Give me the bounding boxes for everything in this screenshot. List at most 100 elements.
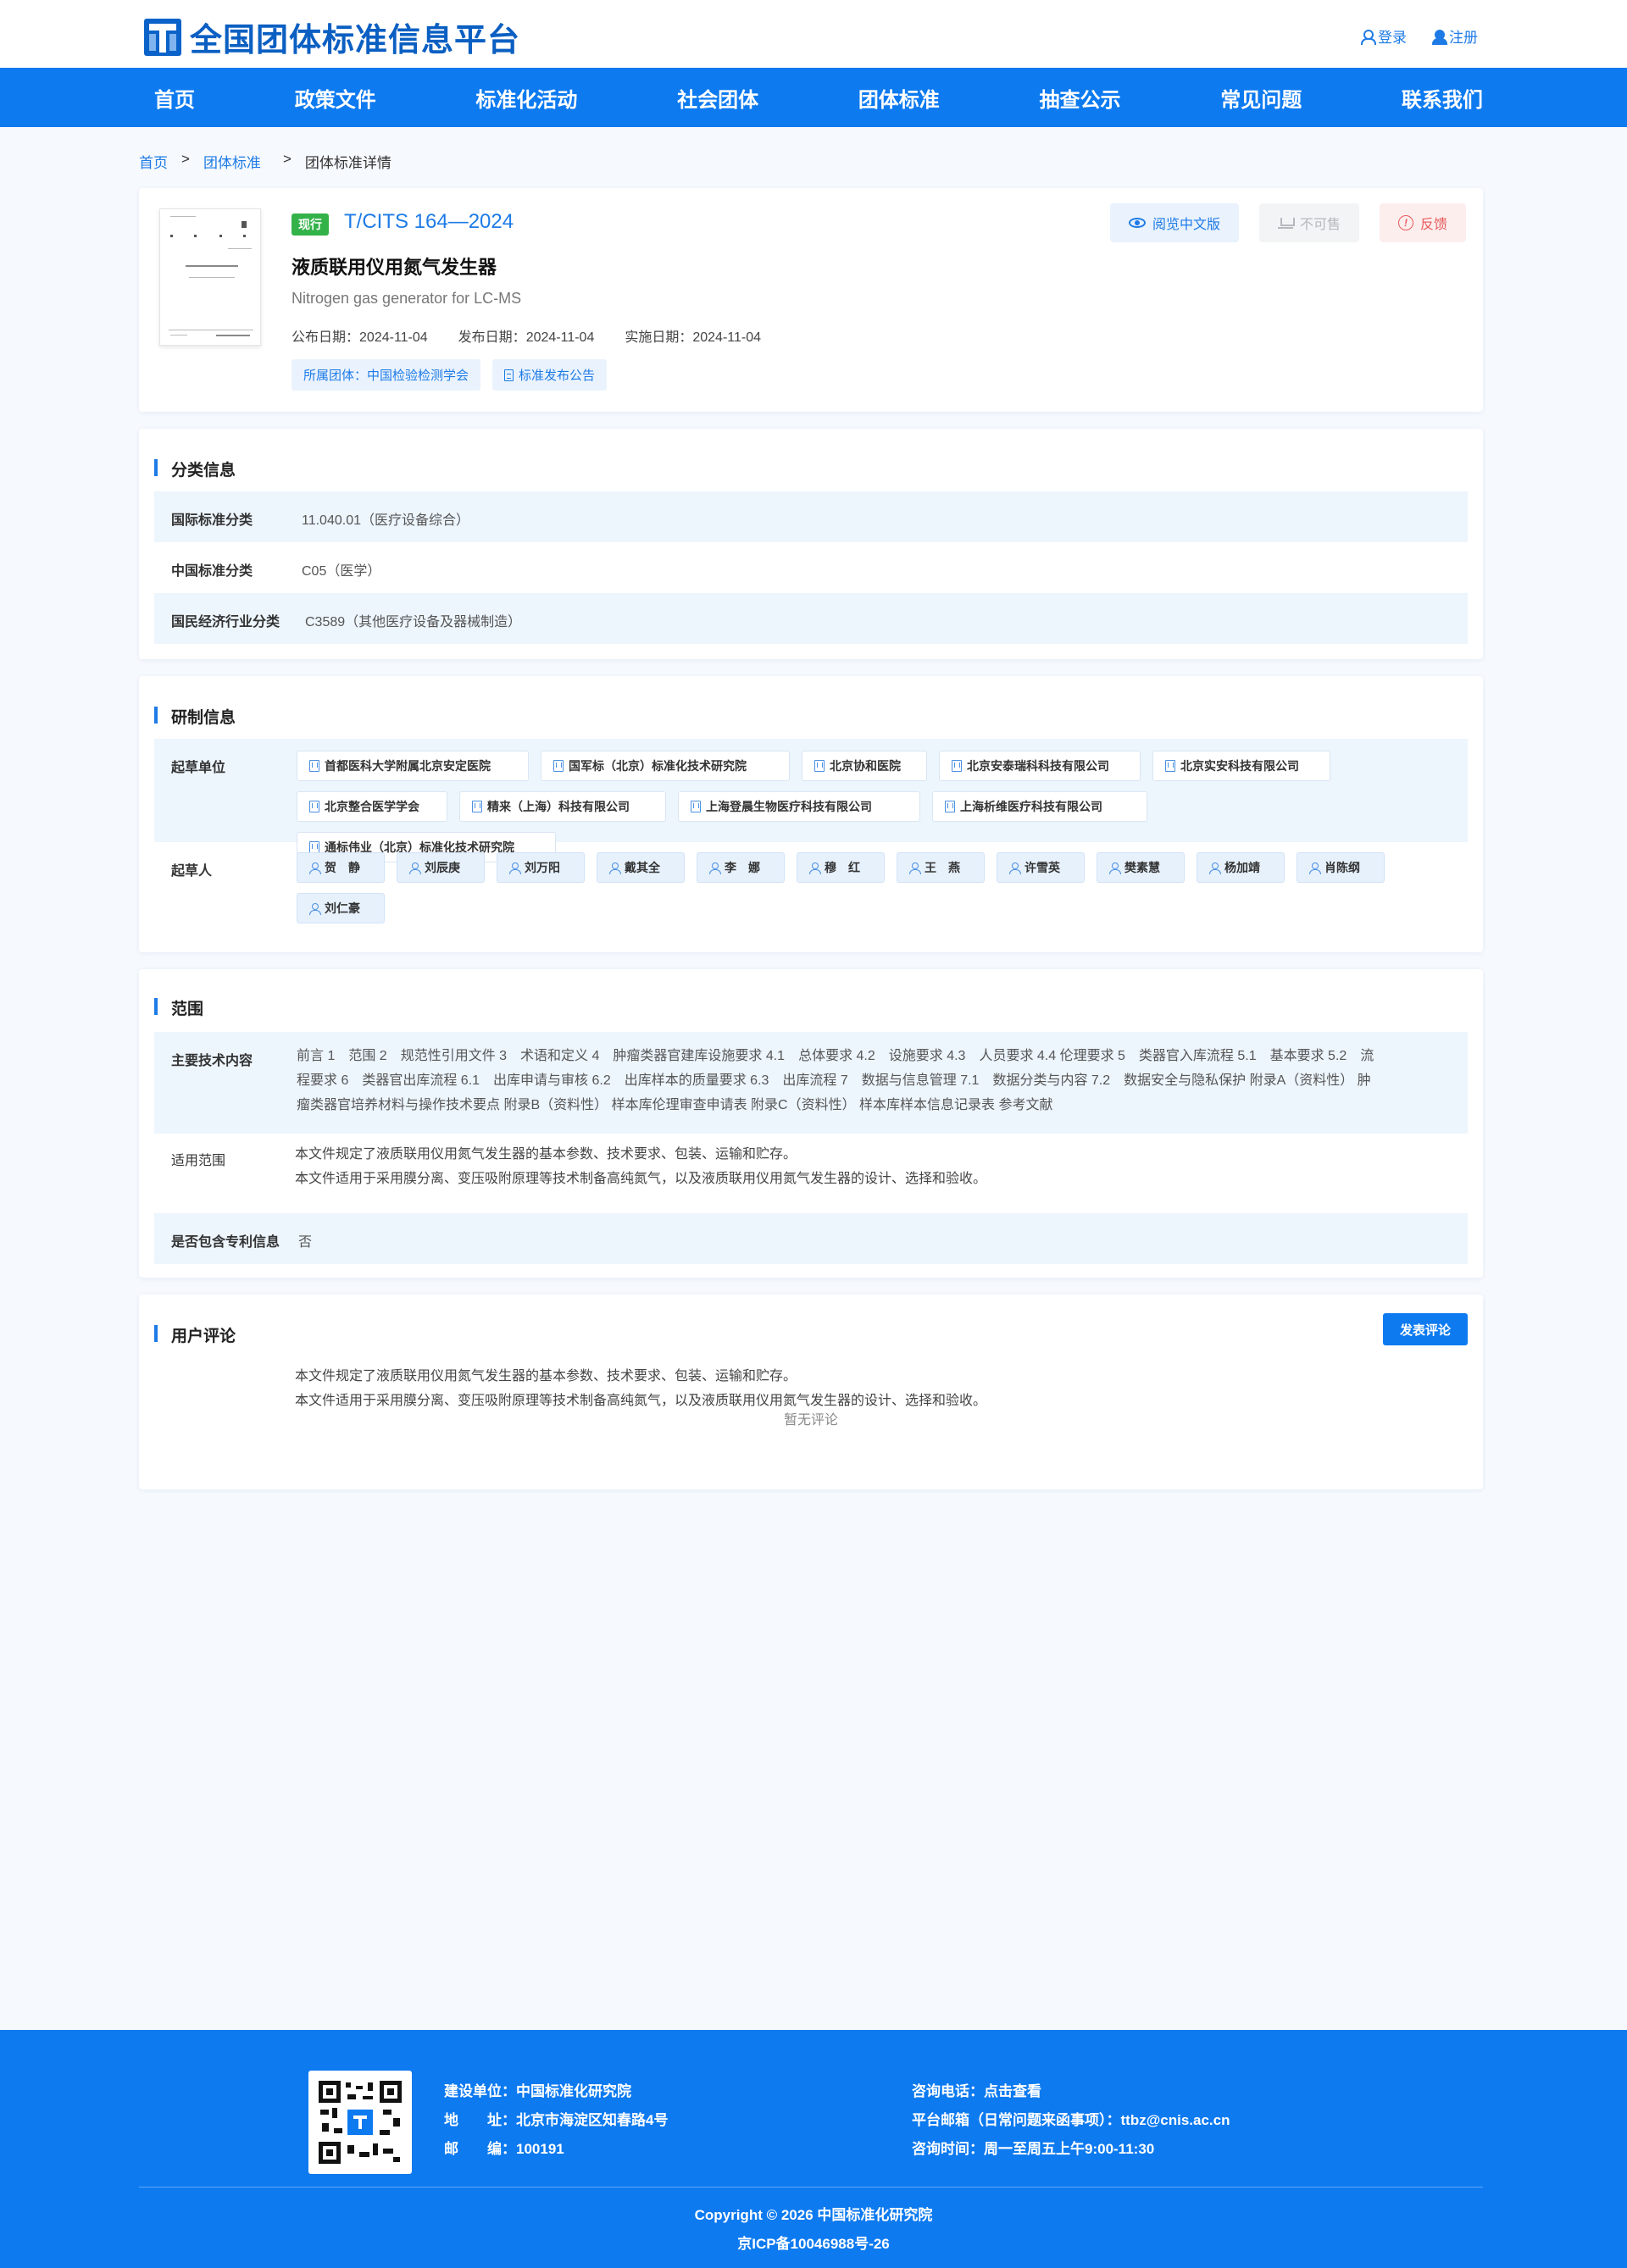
nav-group-standards[interactable]: 团体标准 — [858, 83, 940, 113]
drafter-chip[interactable]: 刘仁豪 — [297, 893, 385, 923]
building-icon — [691, 801, 701, 812]
hours-text: 咨询时间：周一至周五上午9:00-11:30 — [912, 2141, 1155, 2157]
drafter-chip[interactable]: 王 燕 — [897, 852, 985, 883]
drafter-chip[interactable]: 李 娜 — [697, 852, 785, 883]
cart-icon — [1277, 217, 1295, 229]
person-icon — [709, 862, 721, 874]
drafter-chip[interactable]: 杨加靖 — [1197, 852, 1285, 883]
breadcrumb-home[interactable]: 首页 — [139, 151, 168, 172]
nav-contact[interactable]: 联系我们 — [1402, 83, 1483, 113]
logo-text: 全国团体标准信息平台 — [190, 20, 521, 58]
drafter-chip[interactable]: 樊素慧 — [1097, 852, 1185, 883]
standard-dates: 公布日期：2024-11-04 发布日期：2024-11-04 实施日期：202… — [292, 325, 761, 346]
drafter-chip[interactable]: 刘万阳 — [497, 852, 585, 883]
site-logo[interactable]: 全国团体标准信息平台 — [144, 14, 520, 60]
status-badge: 现行 — [292, 213, 329, 236]
top-header: 全国团体标准信息平台 登录 注册 — [0, 0, 1627, 68]
footer-info-right: 咨询电话：点击查看 平台邮箱（日常问题来函事项）：ttbz@cnis.ac.cn… — [912, 2077, 1230, 2164]
drafter-chip[interactable]: 穆 红 — [797, 852, 885, 883]
patent-value: 否 — [298, 1235, 313, 1250]
tech-content-row: 主要技术内容 前言 1 范围 2 规范性引用文件 3 术语和定义 4 肿瘤类器官… — [154, 1032, 1468, 1134]
register-link[interactable]: 注册 — [1432, 25, 1478, 47]
announce-date: 公布日期：2024-11-04 — [292, 330, 428, 345]
footer-divider — [139, 2187, 1483, 2188]
email-text: 平台邮箱（日常问题来函事项）：ttbz@cnis.ac.cn — [912, 2112, 1230, 2128]
section-title: 用户评论 — [154, 1323, 236, 1346]
drafters-row: 起草人 贺 静 刘辰庚 刘万阳 戴其全 李 娜 穆 红 王 燕 许雪英 樊素慧 … — [154, 842, 1468, 937]
building-icon — [472, 801, 482, 812]
drafting-unit-chip[interactable]: 北京整合医学学会 — [297, 791, 447, 822]
building-icon — [945, 801, 955, 812]
person-icon — [909, 862, 921, 874]
standard-code: T/CITS 164—2024 — [344, 210, 514, 233]
tech-content-text: 前言 1 范围 2 规范性引用文件 3 术语和定义 4 肿瘤类器官建库设施要求 … — [297, 1049, 1374, 1112]
row-label: 起草人 — [171, 864, 213, 879]
org-tag[interactable]: 所属团体：中国检验检测学会 — [292, 359, 481, 391]
nav-faq[interactable]: 常见问题 — [1220, 83, 1302, 113]
nav-home[interactable]: 首页 — [154, 83, 195, 113]
drafter-chip[interactable]: 肖陈纲 — [1297, 852, 1385, 883]
person-icon — [809, 862, 821, 874]
drafter-chip[interactable]: 贺 静 — [297, 852, 385, 883]
applicability-text: 本文件规定了液质联用仪用氮气发生器的基本参数、技术要求、包装、运输和贮存。 本文… — [295, 1147, 987, 1186]
user-outline-icon — [1361, 29, 1376, 45]
drafting-unit-chip[interactable]: 国军标（北京）标准化技术研究院 — [541, 751, 790, 781]
row-value: C05（医学） — [302, 564, 381, 579]
row-label: 国际标准分类 — [171, 513, 253, 528]
view-label: 阅览中文版 — [1152, 218, 1220, 232]
drafter-chip[interactable]: 许雪英 — [997, 852, 1085, 883]
building-icon — [553, 760, 564, 772]
copyright-text: Copyright © 2026 中国标准化研究院 — [694, 2207, 933, 2223]
nav-inspection[interactable]: 抽查公示 — [1040, 83, 1121, 113]
drafter-chip[interactable]: 刘辰庚 — [397, 852, 485, 883]
document-icon — [504, 369, 514, 381]
person-icon — [609, 862, 621, 874]
person-icon — [309, 902, 321, 915]
row-label: 是否包含专利信息 — [171, 1235, 280, 1250]
row-label: 中国标准分类 — [171, 564, 253, 579]
no-comments-text: 暂无评论 — [783, 1413, 838, 1428]
comment-text: 本文件规定了液质联用仪用氮气发生器的基本参数、技术要求、包装、运输和贮存。 本文… — [295, 1369, 987, 1408]
person-icon — [309, 862, 321, 874]
site-footer: 建设单位：中国标准化研究院 地 址：北京市海淀区知春路4号 邮 编：100191… — [0, 2030, 1627, 2268]
nav-activities[interactable]: 标准化活动 — [475, 83, 577, 113]
standard-actions: 阅览中文版 不可售 ! 反馈 — [1110, 203, 1466, 242]
feedback-button[interactable]: ! 反馈 — [1380, 203, 1466, 242]
view-chinese-button[interactable]: 阅览中文版 — [1110, 203, 1239, 242]
row-label: 起草单位 — [171, 761, 226, 775]
main-nav: 首页 政策文件 标准化活动 社会团体 团体标准 抽查公示 常见问题 联系我们 — [0, 68, 1627, 127]
drafting-unit-chip[interactable]: 上海登晨生物医疗科技有限公司 — [678, 791, 920, 822]
login-link[interactable]: 登录 — [1361, 25, 1407, 47]
classification-row: 中国标准分类 C05（医学） — [154, 542, 1468, 593]
notice-tag[interactable]: 标准发布公告 — [492, 359, 608, 391]
patent-row: 是否包含专利信息 否 — [154, 1213, 1468, 1264]
nav-policy[interactable]: 政策文件 — [295, 83, 376, 113]
drafter-chip[interactable]: 戴其全 — [597, 852, 685, 883]
person-icon — [1109, 862, 1121, 874]
drafting-unit-chip[interactable]: 北京实安科技有限公司 — [1152, 751, 1330, 781]
breadcrumb-section[interactable]: 团体标准 — [203, 151, 261, 172]
row-value: 11.040.01（医疗设备综合） — [302, 513, 469, 528]
post-comment-button[interactable]: 发表评论 — [1383, 1313, 1468, 1345]
drafting-unit-chip[interactable]: 首都医科大学附属北京安定医院 — [297, 751, 529, 781]
section-title: 分类信息 — [154, 457, 236, 480]
building-icon — [1165, 760, 1175, 772]
drafting-unit-chip[interactable]: 北京安泰瑞科科技有限公司 — [939, 751, 1141, 781]
standard-title-cn: 液质联用仪用氮气发生器 — [292, 257, 497, 278]
drafting-unit-chip[interactable]: 精来（上海）科技有限公司 — [459, 791, 666, 822]
person-icon — [509, 862, 521, 874]
builder-text: 建设单位：中国标准化研究院 — [444, 2083, 631, 2099]
qr-code[interactable] — [308, 2071, 412, 2174]
building-icon — [309, 801, 319, 812]
standard-tags: 所属团体：中国检验检测学会 标准发布公告 — [292, 359, 608, 391]
drafting-unit-chip[interactable]: 上海析维医疗科技有限公司 — [932, 791, 1147, 822]
icp-link[interactable]: 京ICP备10046988号-26 — [0, 2232, 1627, 2253]
nav-organizations[interactable]: 社会团体 — [677, 83, 758, 113]
not-for-sale-button[interactable]: 不可售 — [1259, 203, 1359, 242]
building-icon — [814, 760, 825, 772]
row-label: 国民经济行业分类 — [171, 615, 280, 629]
standard-cover-thumbnail[interactable] — [159, 208, 261, 346]
feedback-label: 反馈 — [1419, 218, 1447, 232]
phone-link[interactable]: 咨询电话：点击查看 — [912, 2077, 1230, 2106]
drafting-unit-chip[interactable]: 北京协和医院 — [802, 751, 927, 781]
